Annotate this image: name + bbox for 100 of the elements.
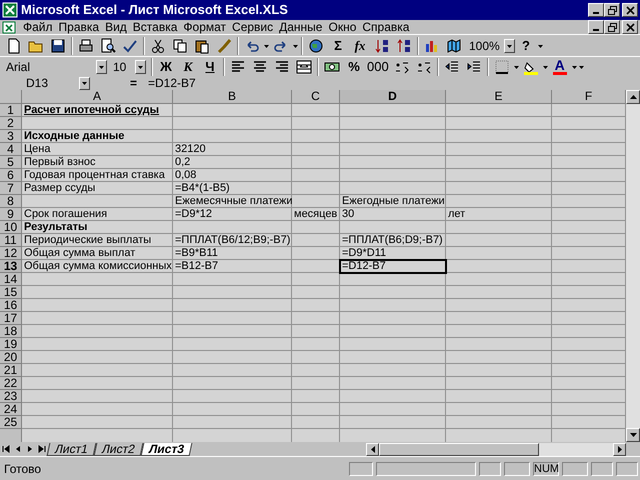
column-header[interactable]: E	[446, 90, 552, 104]
grid-cell[interactable]	[292, 247, 340, 260]
grid-cell[interactable]	[340, 104, 446, 117]
font-color-button[interactable]: A	[548, 56, 571, 76]
grid-cell[interactable]	[340, 221, 446, 234]
grid-cell[interactable]	[22, 351, 173, 364]
row-header[interactable]: 25	[0, 416, 22, 429]
grid-cell[interactable]	[173, 364, 292, 377]
grid-cell[interactable]	[292, 130, 340, 143]
grid-cell[interactable]	[292, 338, 340, 351]
grid-cell[interactable]	[173, 299, 292, 312]
grid-cell[interactable]: 30	[340, 208, 446, 221]
grid-cell[interactable]: Ежемесячные платежи	[173, 195, 292, 208]
grid-cell[interactable]: Расчет ипотечной ссуды	[22, 104, 173, 117]
row-header[interactable]: 5	[0, 156, 22, 169]
grid-cell[interactable]	[340, 299, 446, 312]
grid-cell[interactable]: Цена	[22, 143, 173, 156]
grid-cell[interactable]	[292, 286, 340, 299]
row-header[interactable]: 3	[0, 130, 22, 143]
grid-cell[interactable]	[173, 390, 292, 403]
grid-cell[interactable]	[22, 117, 173, 130]
row-header[interactable]: 6	[0, 169, 22, 182]
column-header[interactable]: D	[340, 90, 446, 104]
row-header[interactable]: 21	[0, 364, 22, 377]
grid-cell[interactable]	[446, 130, 552, 143]
window-restore-button[interactable]	[604, 3, 620, 17]
document-restore-button[interactable]	[604, 20, 620, 34]
grid-cell[interactable]	[340, 156, 446, 169]
grid-cell[interactable]: =ППЛАТ(B6;D9;-B7)	[340, 234, 446, 247]
sheet-tab[interactable]: Лист1	[46, 442, 96, 456]
grid-cell[interactable]	[292, 182, 340, 195]
grid-cell[interactable]	[340, 286, 446, 299]
grid-cell[interactable]	[446, 377, 552, 390]
italic-button[interactable]: К	[177, 56, 199, 78]
row-header[interactable]: 9	[0, 208, 22, 221]
row-header[interactable]: 15	[0, 286, 22, 299]
row-header[interactable]: 18	[0, 325, 22, 338]
column-header[interactable]: A	[22, 90, 173, 104]
grid-cell[interactable]	[22, 286, 173, 299]
sum-button[interactable]: Σ	[327, 34, 349, 56]
vertical-scrollbar[interactable]	[626, 90, 640, 442]
grid-cell[interactable]	[22, 416, 173, 429]
grid-cell[interactable]	[340, 403, 446, 416]
grid-cell[interactable]	[173, 351, 292, 364]
sheet-tab[interactable]: Лист3	[140, 442, 192, 456]
grid-cell[interactable]	[446, 416, 552, 429]
row-header[interactable]: 1	[0, 104, 22, 117]
row-header[interactable]: 8	[0, 195, 22, 208]
grid-cell[interactable]	[292, 403, 340, 416]
grid-cell[interactable]	[292, 364, 340, 377]
row-header[interactable]: 24	[0, 403, 22, 416]
grid-cell[interactable]	[292, 325, 340, 338]
grid-cell[interactable]	[340, 312, 446, 325]
grid-cell[interactable]	[292, 104, 340, 117]
menu-item[interactable]: Вставка	[130, 20, 180, 34]
grid-cell[interactable]	[292, 416, 340, 429]
select-all-button[interactable]	[0, 90, 22, 104]
grid-cell[interactable]	[22, 325, 173, 338]
column-header[interactable]: B	[173, 90, 292, 104]
percent-button[interactable]: %	[343, 56, 365, 78]
grid-cell[interactable]	[340, 377, 446, 390]
grid-cell[interactable]	[173, 312, 292, 325]
grid-cell[interactable]	[22, 403, 173, 416]
grid-cell[interactable]	[340, 130, 446, 143]
grid-cell[interactable]: Общая сумма комиссионных	[22, 260, 173, 273]
formula-field[interactable]: =D12-B7	[146, 76, 638, 90]
row-header[interactable]: 7	[0, 182, 22, 195]
grid-cell[interactable]	[173, 273, 292, 286]
menu-item[interactable]: Данные	[276, 20, 326, 34]
grid-cell[interactable]: Ежегодные платежи	[340, 195, 446, 208]
column-header[interactable]: F	[552, 90, 626, 104]
row-header[interactable]: 14	[0, 273, 22, 286]
grid-cell[interactable]	[340, 273, 446, 286]
grid-cell[interactable]	[292, 143, 340, 156]
grid-cell[interactable]	[446, 182, 552, 195]
grid-cell[interactable]	[173, 221, 292, 234]
grid-cell[interactable]	[446, 312, 552, 325]
grid-cell[interactable]	[446, 195, 552, 208]
grid-cell[interactable]	[446, 169, 552, 182]
grid-cell[interactable]	[173, 325, 292, 338]
grid-cell[interactable]	[446, 247, 552, 260]
zoom-dropdown[interactable]: 100%	[467, 36, 515, 54]
grid-cell[interactable]: Годовая процентная ставка	[22, 169, 173, 182]
grid-cell[interactable]: Периодические выплаты	[22, 234, 173, 247]
row-header[interactable]: 19	[0, 338, 22, 351]
grid-cell[interactable]: 32120	[173, 143, 292, 156]
document-close-button[interactable]	[622, 20, 638, 34]
grid-cell[interactable]: 0,08	[173, 169, 292, 182]
menu-item[interactable]: Правка	[56, 20, 102, 34]
grid-cell[interactable]	[446, 351, 552, 364]
row-header[interactable]: 16	[0, 299, 22, 312]
bold-button[interactable]: Ж	[155, 56, 177, 78]
grid-cell[interactable]	[340, 364, 446, 377]
grid-cell[interactable]	[292, 273, 340, 286]
menu-item[interactable]: Файл	[20, 20, 56, 34]
grid-cell[interactable]	[22, 390, 173, 403]
grid-cell[interactable]	[446, 299, 552, 312]
menu-item[interactable]: Справка	[359, 20, 412, 34]
grid-cell[interactable]: Результаты	[22, 221, 173, 234]
grid-cell[interactable]	[173, 104, 292, 117]
